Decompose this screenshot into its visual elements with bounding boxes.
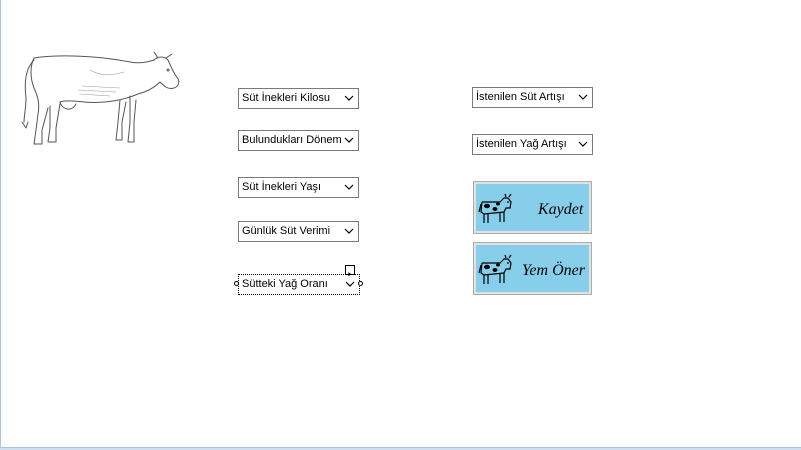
resize-handle-right[interactable] bbox=[358, 281, 363, 286]
combo-sutteki-yag-orani[interactable]: Sütteki Yağ Oranı bbox=[238, 274, 360, 295]
smart-tag-button[interactable] bbox=[345, 265, 355, 277]
combo-text: Süt İnekleri Kilosu bbox=[242, 92, 331, 104]
combo-gunluk-sut-verimi[interactable]: Günlük Süt Verimi bbox=[238, 221, 359, 242]
combo-text: Süt İnekleri Yaşı bbox=[242, 181, 322, 193]
chevron-down-icon[interactable] bbox=[344, 280, 356, 289]
window-left-border bbox=[0, 0, 1, 450]
suggest-feed-button-face: Yem Öner bbox=[476, 245, 589, 292]
combo-text: İstenilen Süt Artışı bbox=[476, 91, 565, 103]
combo-bulunduklari-donem[interactable]: Bulundukları Dönem bbox=[238, 130, 359, 151]
cow-icon bbox=[478, 193, 512, 223]
combo-istenilen-yag-artisi[interactable]: İstenilen Yağ Artışı bbox=[472, 134, 593, 155]
combo-text: Bulundukları Dönem bbox=[242, 134, 342, 146]
chevron-down-icon[interactable] bbox=[343, 227, 355, 236]
save-button-label: Kaydet bbox=[538, 201, 584, 218]
resize-handle-left[interactable] bbox=[234, 281, 239, 286]
combo-sut-inekleri-yasi[interactable]: Süt İnekleri Yaşı bbox=[238, 177, 359, 198]
chevron-down-icon[interactable] bbox=[577, 140, 589, 149]
save-button-face: Kaydet bbox=[476, 184, 589, 231]
chevron-down-icon[interactable] bbox=[343, 183, 355, 192]
smart-tag-arrow-icon bbox=[348, 272, 352, 277]
chevron-down-icon[interactable] bbox=[343, 94, 355, 103]
chevron-down-icon[interactable] bbox=[577, 93, 589, 102]
cow-drawing-image bbox=[21, 51, 180, 145]
suggest-feed-button[interactable]: Yem Öner bbox=[473, 242, 592, 295]
combo-text: Sütteki Yağ Oranı bbox=[242, 278, 328, 290]
combo-text: Günlük Süt Verimi bbox=[242, 225, 331, 237]
suggest-feed-button-label: Yem Öner bbox=[522, 262, 585, 279]
chevron-down-icon[interactable] bbox=[343, 136, 355, 145]
combo-sut-inekleri-kilosu[interactable]: Süt İnekleri Kilosu bbox=[238, 88, 359, 109]
combo-text: İstenilen Yağ Artışı bbox=[476, 138, 567, 150]
combo-istenilen-sut-artisi[interactable]: İstenilen Süt Artışı bbox=[472, 87, 593, 108]
cow-icon bbox=[478, 254, 512, 284]
save-button[interactable]: Kaydet bbox=[473, 181, 592, 234]
